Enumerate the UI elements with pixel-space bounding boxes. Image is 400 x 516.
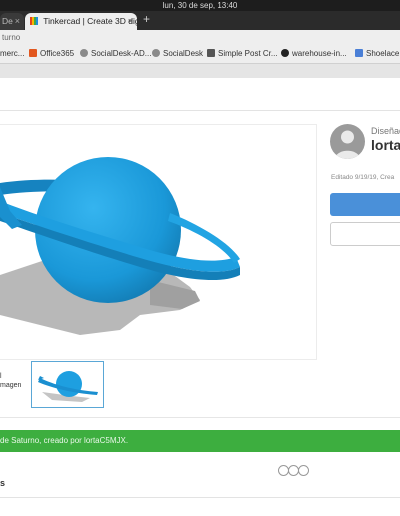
tinkercad-favicon-icon	[30, 17, 38, 25]
globe-icon	[152, 49, 160, 57]
bookmark-shoelace[interactable]: Shoelace -	[355, 45, 400, 63]
new-tab-button[interactable]: +	[143, 11, 150, 28]
add-image-link[interactable]: l magen	[0, 372, 22, 390]
bookmark-office365[interactable]: Office365	[29, 45, 74, 63]
tab-label: Tinkercad | Create 3D digi	[43, 16, 137, 26]
globe-icon	[80, 49, 88, 57]
bookmark-socialdesk[interactable]: SocialDesk	[152, 45, 203, 63]
bookmark-warehouse[interactable]: warehouse-in...	[281, 45, 347, 63]
design-image-viewer[interactable]	[0, 124, 317, 476]
address-text: turno	[2, 33, 21, 42]
primary-action-button[interactable]	[330, 193, 400, 216]
address-bar[interactable]: turno	[0, 30, 400, 45]
author-name[interactable]: lorta	[371, 137, 400, 153]
page-top-band	[0, 64, 400, 78]
bookmark-socialdesk-ad[interactable]: SocialDesk-AD...	[80, 45, 151, 63]
tab-tinkercad[interactable]: Tinkercad | Create 3D digi ×	[25, 13, 137, 30]
saturn-model-image	[0, 157, 240, 335]
bookmark-simple-post[interactable]: Simple Post Cr...	[207, 45, 278, 63]
secondary-action-button[interactable]	[330, 222, 400, 246]
office-icon	[29, 49, 37, 57]
description-banner: de Saturno, creado por lortaC5MJX.	[0, 430, 400, 452]
section-heading: s	[0, 478, 6, 488]
bookmarks-bar: merc... Office365 SocialDesk-AD... Socia…	[0, 45, 400, 64]
section-divider	[0, 497, 400, 498]
tab-label: De	[2, 16, 13, 26]
user-silhouette-icon	[335, 130, 360, 159]
designed-by-label: Diseñad	[371, 126, 400, 136]
github-icon	[281, 49, 289, 57]
section-divider	[0, 417, 400, 418]
saturn-thumbnail-image	[38, 371, 98, 402]
n-icon	[207, 49, 215, 57]
page-header	[0, 78, 400, 111]
thumbnail-saturn[interactable]	[31, 361, 104, 408]
bookmark-item[interactable]: merc...	[0, 45, 24, 63]
avatar[interactable]	[330, 124, 365, 159]
close-icon[interactable]: ×	[128, 13, 133, 30]
tab-previous[interactable]: De ×	[0, 13, 24, 30]
close-icon[interactable]: ×	[15, 13, 20, 30]
grid-icon	[355, 49, 363, 57]
tab-strip: De × Tinkercad | Create 3D digi × +	[0, 11, 400, 30]
share-icon[interactable]	[298, 465, 309, 476]
system-clock: lun, 30 de sep, 13:40	[0, 0, 400, 11]
edited-date: Editado 9/19/19, Crea	[331, 174, 395, 181]
